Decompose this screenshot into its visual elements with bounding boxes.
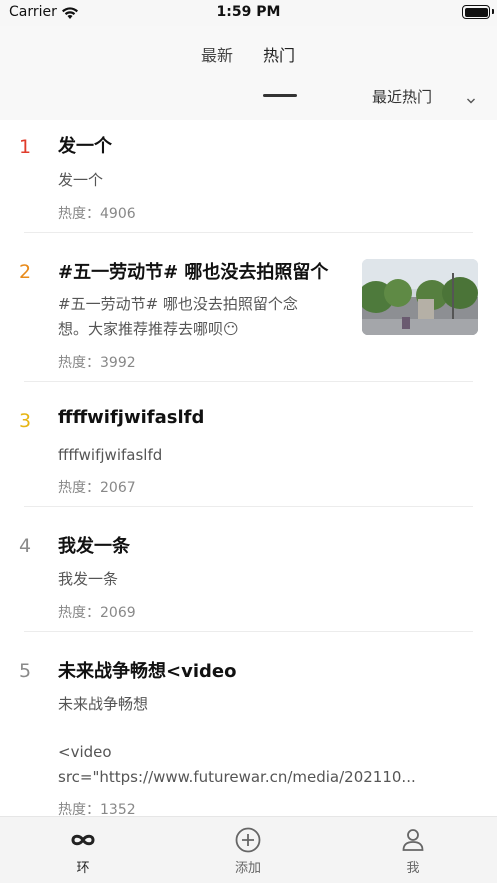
battery-nub (492, 9, 494, 14)
heat-count: 热度：4906 (58, 206, 136, 222)
hot-list: 1 发一个 发一个 热度：4906 2 #五一劳动节# 哪也没去拍照留个 #五一… (0, 120, 497, 816)
tab-bar-top: 最新 热门 (0, 42, 497, 97)
rank-number: 1 (19, 136, 32, 158)
infinity-icon (70, 827, 96, 853)
post-excerpt-line: 想。大家推荐推荐去哪呗😶 (58, 320, 239, 338)
post-excerpt-line: src="https://www.futurewar.cn/media/2021… (58, 768, 416, 786)
post-title[interactable]: 未来战争畅想<video (58, 657, 236, 683)
tab-add[interactable]: 添加 (188, 817, 308, 883)
heat-count: 热度：3992 (58, 355, 136, 371)
post-excerpt-line: #五一劳动节# 哪也没去拍照留个念 (58, 295, 298, 313)
rank-number: 4 (19, 535, 32, 557)
post-excerpt: 发一个 (58, 171, 104, 189)
post-title[interactable]: ffffwifjwifaslfd (58, 407, 204, 428)
rank-number: 2 (19, 261, 32, 283)
status-bar: Carrier 1:59 PM (0, 0, 497, 26)
battery-icon (462, 5, 490, 19)
post-excerpt-line: 未来战争畅想 (58, 695, 149, 713)
sort-dropdown[interactable]: 最近热门 (372, 86, 432, 107)
add-circle-icon (235, 827, 261, 853)
divider (24, 381, 473, 382)
heat-count: 热度：1352 (58, 802, 136, 816)
post-title[interactable]: 发一个 (58, 132, 112, 158)
post-excerpt-line: <video (58, 743, 112, 761)
person-icon (400, 827, 426, 853)
tab-latest[interactable]: 最新 (201, 42, 233, 66)
post-excerpt: 我发一条 (58, 570, 119, 588)
tab-ring[interactable]: 环 (23, 817, 143, 883)
bottom-tab-bar: 环 添加 我 (0, 816, 497, 883)
post-excerpt: ffffwifjwifaslfd (58, 446, 163, 464)
rank-number: 5 (19, 660, 32, 682)
chevron-down-icon[interactable] (466, 90, 476, 109)
tab-me[interactable]: 我 (353, 817, 473, 883)
post-thumbnail[interactable] (362, 259, 478, 335)
tab-label: 环 (76, 861, 90, 876)
tab-hot[interactable]: 热门 (263, 42, 295, 66)
top-header: 最新 热门 最近热门 (0, 26, 497, 120)
divider (24, 232, 473, 233)
clock: 1:59 PM (216, 4, 281, 20)
rank-number: 3 (19, 410, 32, 432)
divider (24, 506, 473, 507)
heat-count: 热度：2067 (58, 480, 136, 496)
active-tab-indicator (263, 94, 297, 97)
divider (24, 631, 473, 632)
post-title[interactable]: 我发一条 (58, 532, 130, 558)
heat-count: 热度：2069 (58, 605, 136, 621)
tab-label: 添加 (234, 861, 261, 876)
tab-label: 我 (406, 861, 420, 876)
post-title[interactable]: #五一劳动节# 哪也没去拍照留个 (58, 258, 328, 284)
